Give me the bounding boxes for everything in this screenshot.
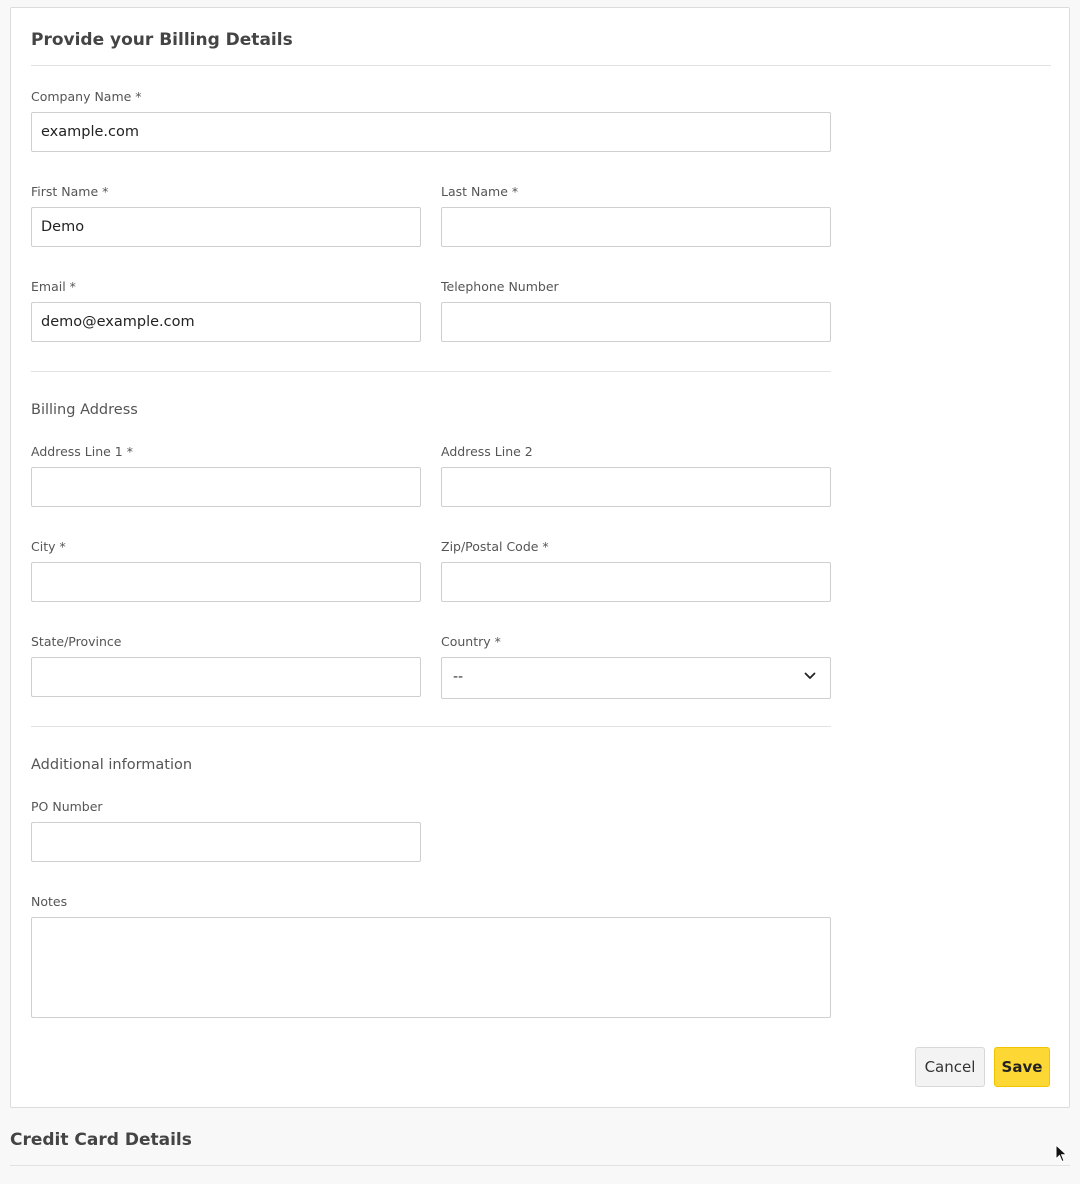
title-divider bbox=[31, 65, 1051, 66]
company-name-label: Company Name * bbox=[31, 89, 142, 104]
address-line2-label: Address Line 2 bbox=[441, 444, 533, 459]
billing-title: Provide your Billing Details bbox=[31, 30, 293, 50]
state-label: State/Province bbox=[31, 634, 122, 649]
cancel-button[interactable]: Cancel bbox=[915, 1047, 985, 1087]
first-name-label: First Name * bbox=[31, 184, 109, 199]
billing-address-heading: Billing Address bbox=[31, 402, 138, 418]
company-name-input[interactable] bbox=[31, 112, 831, 152]
additional-info-heading: Additional information bbox=[31, 757, 193, 773]
email-label: Email * bbox=[31, 279, 76, 294]
billing-details-card: Provide your Billing Details Company Nam… bbox=[10, 7, 1070, 1108]
credit-card-divider bbox=[10, 1165, 1070, 1166]
address-line1-input[interactable] bbox=[31, 467, 421, 507]
po-number-label: PO Number bbox=[31, 799, 103, 814]
country-select[interactable]: -- bbox=[441, 657, 831, 699]
country-label: Country * bbox=[441, 634, 501, 649]
last-name-label: Last Name * bbox=[441, 184, 519, 199]
notes-label: Notes bbox=[31, 894, 68, 909]
zip-input[interactable] bbox=[441, 562, 831, 602]
telephone-label: Telephone Number bbox=[441, 279, 559, 294]
zip-label: Zip/Postal Code * bbox=[441, 539, 549, 554]
address-divider bbox=[31, 726, 831, 727]
city-input[interactable] bbox=[31, 562, 421, 602]
save-button[interactable]: Save bbox=[994, 1047, 1050, 1087]
notes-textarea[interactable] bbox=[31, 917, 831, 1018]
mouse-cursor-icon bbox=[1055, 1144, 1068, 1163]
address-line1-label: Address Line 1 * bbox=[31, 444, 133, 459]
po-number-input[interactable] bbox=[31, 822, 421, 862]
telephone-input[interactable] bbox=[441, 302, 831, 342]
last-name-input[interactable] bbox=[441, 207, 831, 247]
address-line2-input[interactable] bbox=[441, 467, 831, 507]
state-input[interactable] bbox=[31, 657, 421, 697]
country-select-value: -- bbox=[453, 669, 464, 685]
email-input[interactable] bbox=[31, 302, 421, 342]
chevron-down-icon bbox=[804, 672, 816, 679]
contact-divider bbox=[31, 371, 831, 372]
city-label: City * bbox=[31, 539, 66, 554]
credit-card-title: Credit Card Details bbox=[10, 1130, 192, 1150]
first-name-input[interactable] bbox=[31, 207, 421, 247]
